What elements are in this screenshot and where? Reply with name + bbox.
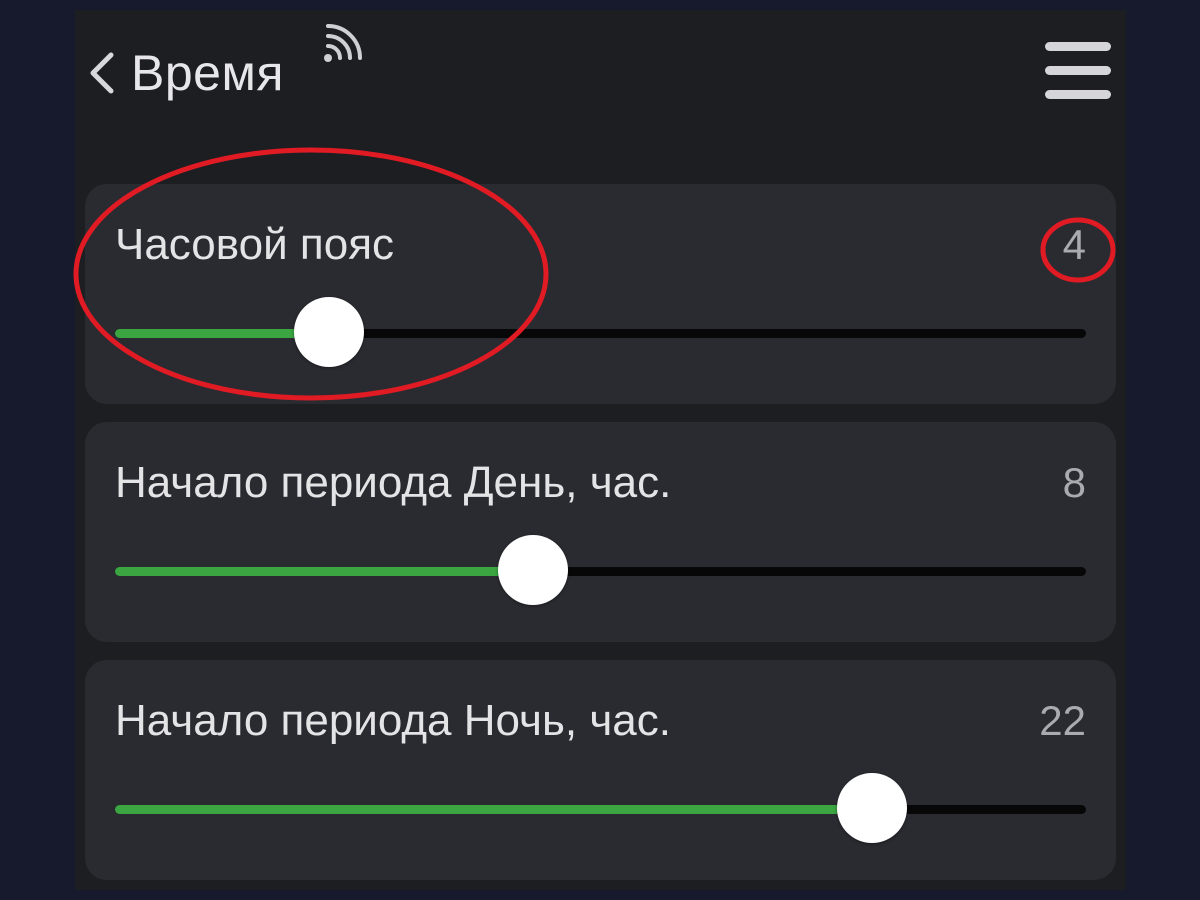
slider-fill: [115, 805, 873, 814]
wifi-signal-icon: [318, 18, 368, 73]
slider-thumb[interactable]: [293, 297, 364, 367]
chevron-left-icon: [89, 51, 115, 95]
slider-thumb[interactable]: [497, 535, 568, 605]
back-button[interactable]: Время: [89, 38, 284, 108]
menu-button[interactable]: [1043, 40, 1113, 102]
setting-label: Начало периода День, час.: [115, 458, 672, 507]
setting-card-night-start: Начало периода Ночь, час. 22: [85, 660, 1116, 880]
setting-card-day-start: Начало периода День, час. 8: [85, 422, 1116, 642]
page-title: Время: [131, 45, 284, 101]
setting-label: Начало периода Ночь, час.: [115, 696, 671, 745]
hamburger-menu-icon: [1043, 42, 1113, 106]
setting-value: 8: [1062, 459, 1086, 506]
slider-thumb[interactable]: [837, 773, 908, 843]
setting-label: Часовой пояс: [115, 220, 395, 269]
app-screen: Время Часовой пояс 4 Начало периода День…: [75, 10, 1126, 890]
day-start-slider[interactable]: [115, 535, 1086, 605]
setting-value: 22: [1039, 697, 1086, 744]
setting-value: 4: [1062, 221, 1086, 268]
night-start-slider[interactable]: [115, 773, 1086, 843]
timezone-slider[interactable]: [115, 297, 1086, 367]
setting-card-timezone: Часовой пояс 4: [85, 184, 1116, 404]
header-bar: Время: [75, 10, 1126, 150]
slider-fill: [115, 567, 533, 576]
